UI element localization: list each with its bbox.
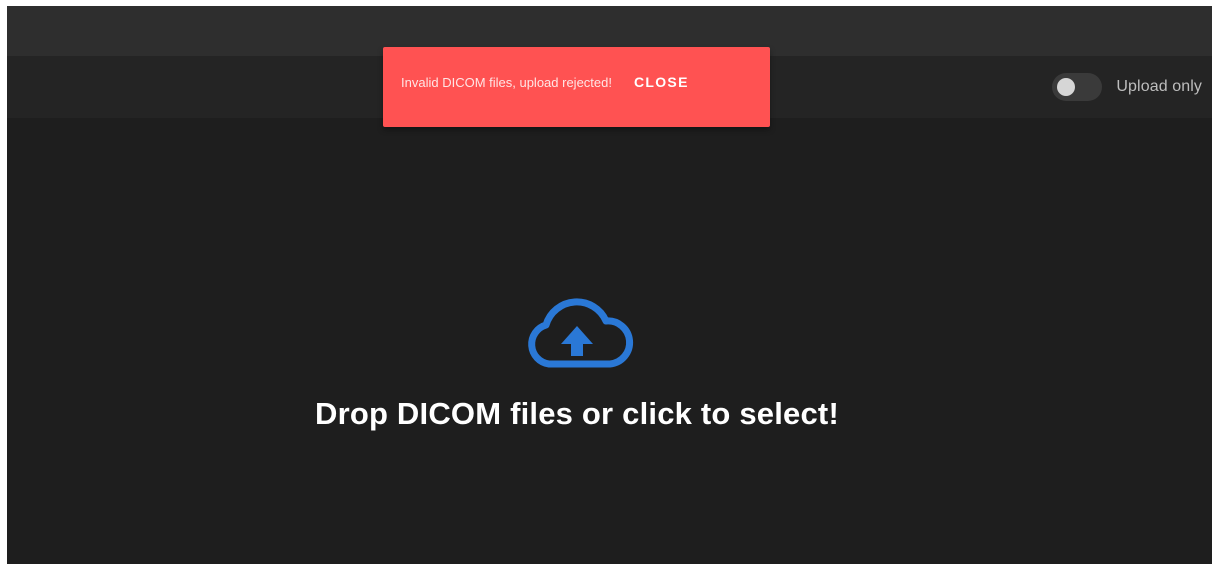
dicom-dropzone[interactable]: Drop DICOM files or click to select! bbox=[7, 118, 1212, 564]
dropzone-text: Drop DICOM files or click to select! bbox=[315, 396, 839, 431]
error-snackbar: Invalid DICOM files, upload rejected! CL… bbox=[383, 47, 770, 127]
cloud-upload-icon bbox=[528, 298, 634, 368]
switch-thumb bbox=[1057, 78, 1076, 96]
snackbar-close-button[interactable]: CLOSE bbox=[634, 74, 689, 90]
upload-only-label: Upload only bbox=[1116, 78, 1202, 95]
upload-only-toggle-group: Upload only bbox=[1052, 72, 1202, 102]
upload-only-switch[interactable] bbox=[1052, 73, 1103, 101]
snackbar-message: Invalid DICOM files, upload rejected! bbox=[401, 74, 612, 90]
app-window: Upload only Drop DICOM files or click to… bbox=[7, 6, 1212, 564]
